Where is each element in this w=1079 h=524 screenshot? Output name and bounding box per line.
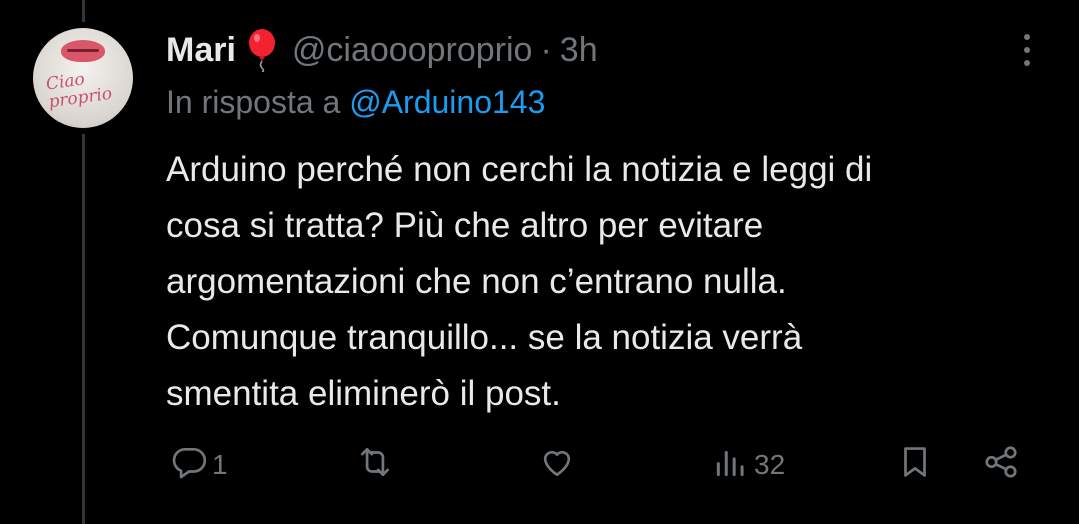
reply-icon	[170, 443, 208, 488]
retweet-button[interactable]	[356, 440, 398, 490]
reply-prefix: In risposta a	[166, 84, 341, 120]
bookmark-button[interactable]	[896, 440, 934, 490]
more-vertical-icon	[1024, 34, 1030, 40]
separator-dot: ·	[540, 30, 552, 69]
reply-count: 1	[212, 449, 228, 480]
more-options-button[interactable]	[1012, 30, 1042, 70]
thread-line-top	[82, 0, 85, 22]
tweet-actions: 1 32	[0, 440, 1079, 490]
retweet-icon	[356, 443, 394, 488]
bookmark-icon	[896, 443, 934, 488]
author-name[interactable]: Mari	[166, 31, 236, 70]
tweet-timestamp[interactable]: 3h	[560, 31, 598, 70]
lips-graphic	[61, 40, 105, 62]
share-button[interactable]	[982, 440, 1020, 490]
tweet-header: Mari @ciaoooproprio · 3h	[166, 28, 598, 73]
like-button[interactable]	[538, 440, 580, 490]
avatar[interactable]: Ciao proprio	[33, 28, 133, 128]
share-icon	[982, 443, 1020, 488]
views-button[interactable]: 32	[712, 440, 785, 490]
reply-context: In risposta a @Arduino143	[166, 84, 545, 121]
heart-icon	[538, 443, 576, 488]
reply-mention-link[interactable]: @Arduino143	[349, 84, 545, 120]
tweet-text: Arduino perché non cerchi la notizia e l…	[166, 150, 873, 413]
views-icon	[712, 443, 750, 488]
balloon-emoji-icon	[246, 28, 278, 73]
avatar-shirt-text: Ciao proprio	[44, 69, 114, 113]
author-handle[interactable]: @ciaoooproprio	[292, 31, 533, 70]
reply-button[interactable]: 1	[170, 440, 228, 490]
views-count: 32	[754, 449, 786, 480]
